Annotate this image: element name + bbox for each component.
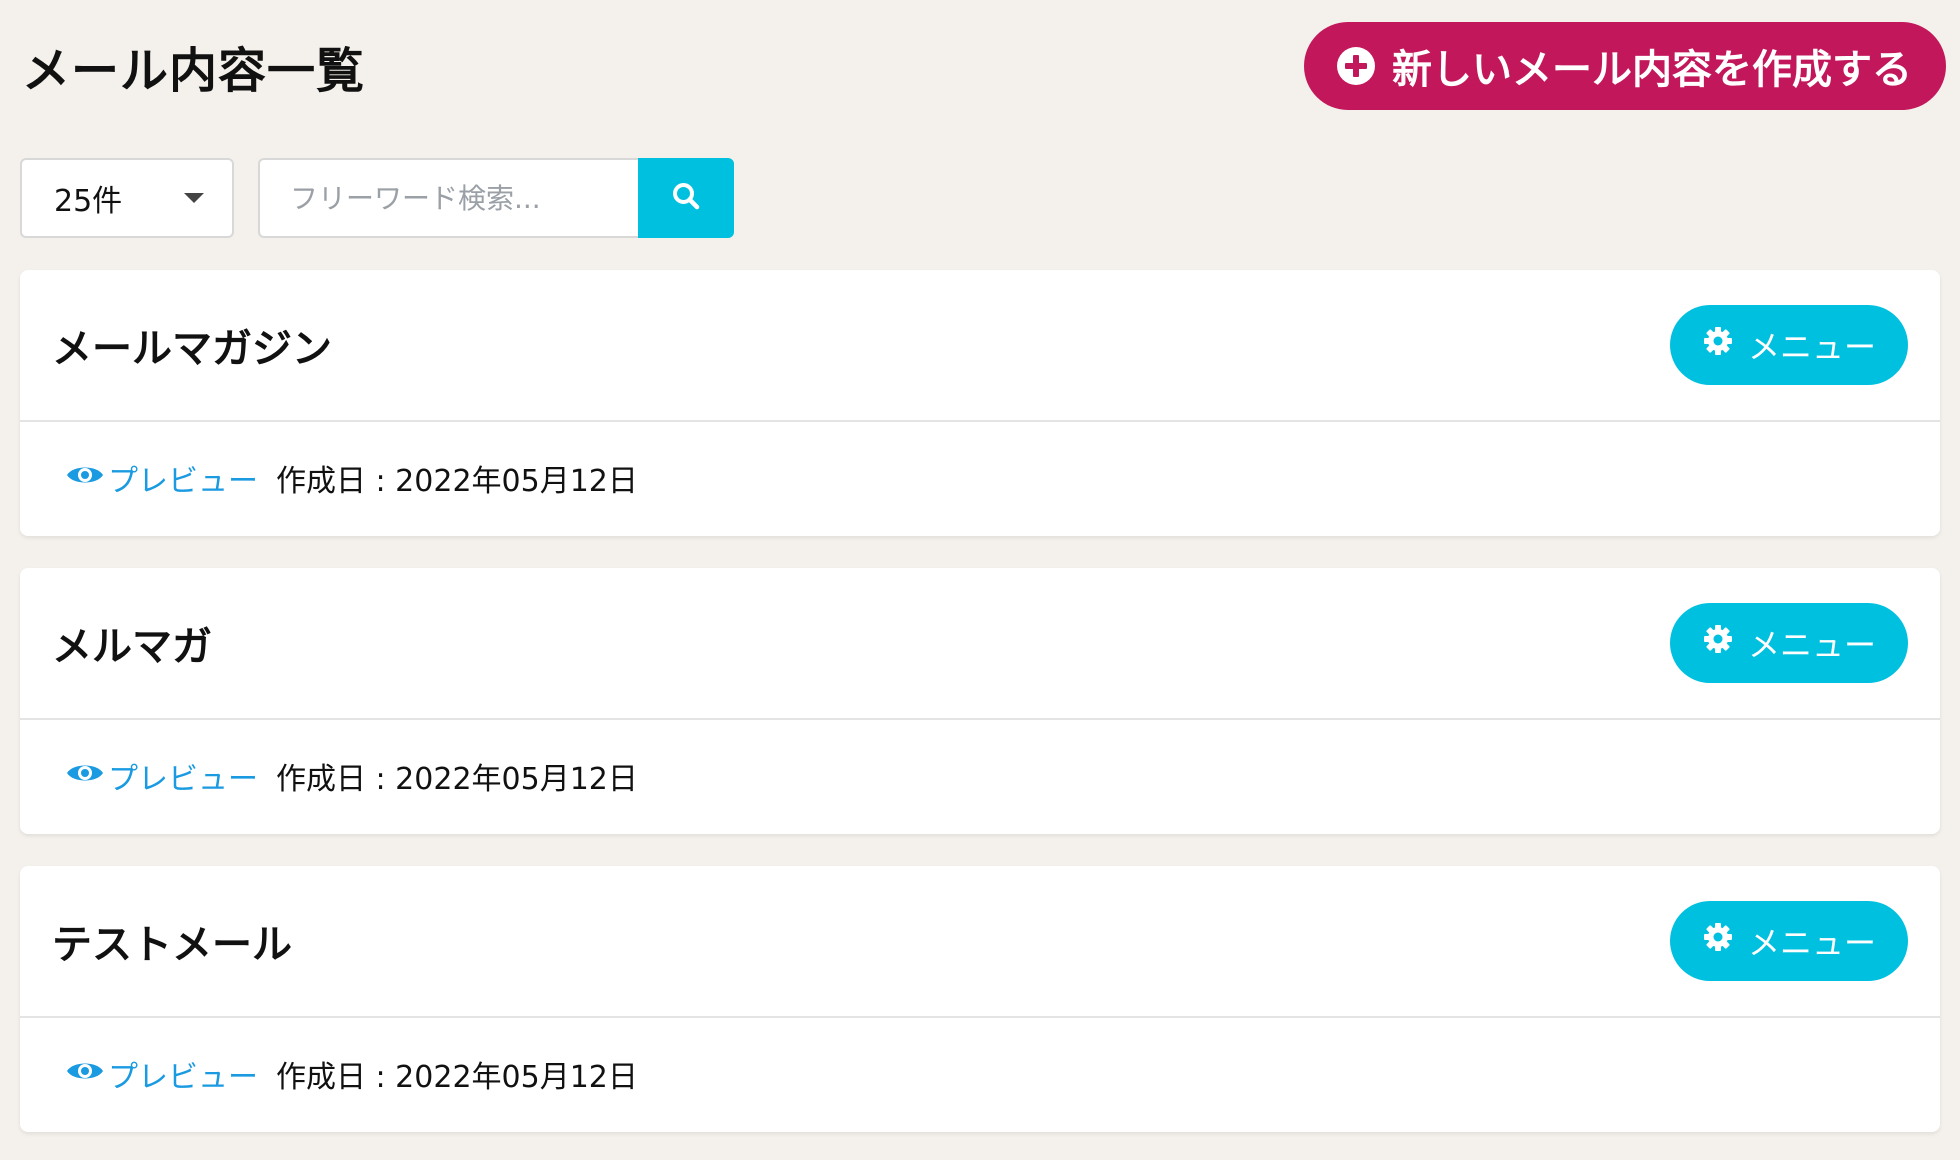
mail-content-card: メルマガ メニュー プレビュー 作成日: 2022年05月12日 bbox=[20, 568, 1940, 834]
created-date: 作成日 : 2022年05月12日 bbox=[276, 1060, 638, 1095]
plus-circle-icon bbox=[1336, 46, 1376, 86]
mail-content-card: テストメール メニュー プレビュー 作成日: 2022年05月12日 bbox=[20, 866, 1940, 1132]
per-page-value: 25件 bbox=[54, 184, 123, 219]
preview-link[interactable]: プレビュー bbox=[66, 1052, 258, 1096]
page-title: メール内容一覧 bbox=[22, 43, 366, 99]
menu-button-label: メニュー bbox=[1747, 328, 1876, 366]
preview-link[interactable]: プレビュー bbox=[66, 456, 258, 500]
card-header: メールマガジン メニュー bbox=[20, 270, 1940, 422]
gear-icon bbox=[1702, 921, 1734, 961]
card-title: メルマガ bbox=[52, 624, 212, 670]
preview-label: プレビュー bbox=[108, 464, 258, 499]
eye-icon bbox=[66, 461, 104, 496]
mail-content-list-page: メール内容一覧 新しいメール内容を作成する 25件 フリーワード検索... メー… bbox=[0, 0, 1960, 1160]
toolbar: 25件 bbox=[20, 158, 734, 238]
menu-button-label: メニュー bbox=[1747, 626, 1876, 664]
search-button[interactable] bbox=[638, 158, 734, 238]
create-button-label: 新しいメール内容を作成する bbox=[1392, 47, 1912, 93]
create-mail-content-button[interactable]: 新しいメール内容を作成する bbox=[1304, 22, 1946, 110]
page-header: メール内容一覧 新しいメール内容を作成する bbox=[20, 22, 1946, 110]
card-title: メールマガジン bbox=[52, 326, 332, 372]
card-footer: プレビュー 作成日 : 2022年05月12日 bbox=[20, 1018, 1940, 1130]
card-header: メルマガ メニュー bbox=[20, 568, 1940, 720]
card-footer: プレビュー 作成日 : 2022年05月12日 bbox=[20, 422, 1940, 534]
eye-icon bbox=[66, 759, 104, 794]
eye-icon bbox=[66, 1057, 104, 1092]
card-header: テストメール メニュー bbox=[20, 866, 1940, 1018]
search-icon bbox=[671, 181, 701, 215]
search-group bbox=[258, 158, 734, 238]
caret-down-icon bbox=[184, 193, 204, 203]
mail-content-card: メールマガジン メニュー プレビュー 作成日: 2022年05月12日 bbox=[20, 270, 1940, 536]
preview-label: プレビュー bbox=[108, 762, 258, 797]
card-footer: プレビュー 作成日 : 2022年05月12日 bbox=[20, 720, 1940, 832]
search-input[interactable] bbox=[258, 158, 638, 238]
menu-button-label: メニュー bbox=[1747, 924, 1876, 962]
preview-label: プレビュー bbox=[108, 1060, 258, 1095]
gear-icon bbox=[1702, 325, 1734, 365]
card-title: テストメール bbox=[52, 922, 292, 968]
gear-icon bbox=[1702, 623, 1734, 663]
created-date: 作成日 : 2022年05月12日 bbox=[276, 464, 638, 499]
menu-button[interactable]: メニュー bbox=[1670, 305, 1908, 385]
mail-content-list: メールマガジン メニュー プレビュー 作成日: 2022年05月12日 メルマ… bbox=[20, 270, 1940, 1160]
per-page-select[interactable]: 25件 bbox=[20, 158, 234, 238]
menu-button[interactable]: メニュー bbox=[1670, 901, 1908, 981]
menu-button[interactable]: メニュー bbox=[1670, 603, 1908, 683]
preview-link[interactable]: プレビュー bbox=[66, 754, 258, 798]
created-date: 作成日 : 2022年05月12日 bbox=[276, 762, 638, 797]
